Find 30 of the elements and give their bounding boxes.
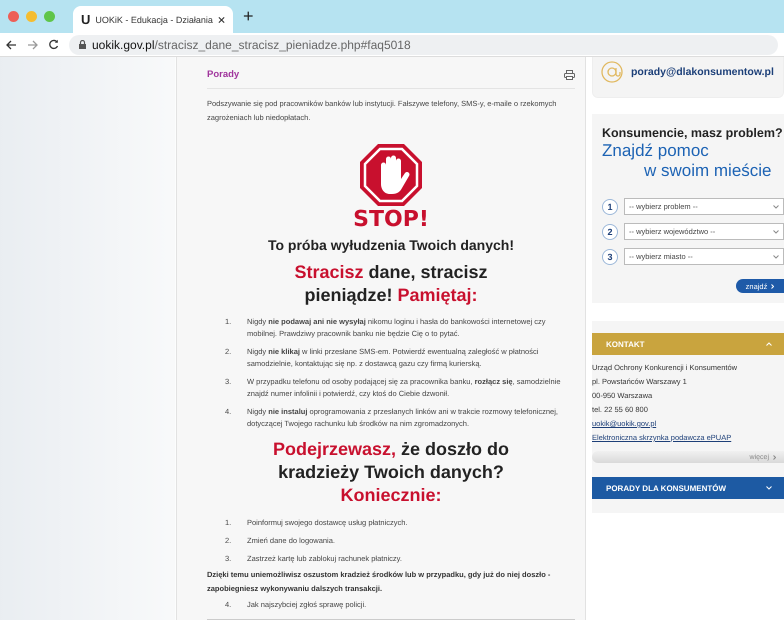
chevron-down-icon <box>773 204 779 208</box>
step-number: 2 <box>602 224 618 240</box>
address-bar[interactable]: uokik.gov.pl/stracisz_dane_stracisz_pieniadze.php#faq5018 <box>69 34 778 54</box>
finder-title: Konsumencie, masz problem? <box>602 126 784 140</box>
stop-title: STOP! <box>353 207 429 233</box>
finder-slogan: Znajdź pomoc <box>602 142 710 160</box>
section-heading: Podejrzewasz, że doszło do kradzieży Twoich danych? Koniecznie: <box>272 438 510 508</box>
arrow-right-icon <box>771 284 774 288</box>
new-tab-button[interactable]: + <box>243 6 254 27</box>
back-icon[interactable] <box>6 40 17 50</box>
arrow-right-icon <box>773 454 776 460</box>
section-heading: Stracisz dane, stracisz pieniądze! Pamiętaj: <box>293 260 489 307</box>
section-title: Porady <box>207 69 240 80</box>
subtitle: To próba wyłudzenia Twoich danych! <box>268 237 514 253</box>
close-icon[interactable] <box>218 16 225 24</box>
finder-slogan: w swoim mieście <box>643 162 773 180</box>
browser-tab[interactable]: U UOKiK - Edukacja - Działania <box>73 6 233 33</box>
at-sign-icon <box>601 61 623 83</box>
email-link[interactable]: porady@dlakonsumentow.pl <box>631 66 774 78</box>
reload-icon[interactable] <box>48 39 59 50</box>
advice-header[interactable]: PORADY DLA KONSUMENTÓW <box>592 477 784 499</box>
lock-icon <box>79 40 86 49</box>
step-number: 1 <box>602 198 618 214</box>
print-icon[interactable] <box>564 70 575 80</box>
chevron-down-icon <box>773 254 779 258</box>
site-icon: U <box>81 12 90 27</box>
forward-icon[interactable] <box>27 40 38 50</box>
step-number: 3 <box>602 248 618 264</box>
stop-hand-icon <box>359 143 423 207</box>
chevron-down-icon <box>773 230 779 234</box>
